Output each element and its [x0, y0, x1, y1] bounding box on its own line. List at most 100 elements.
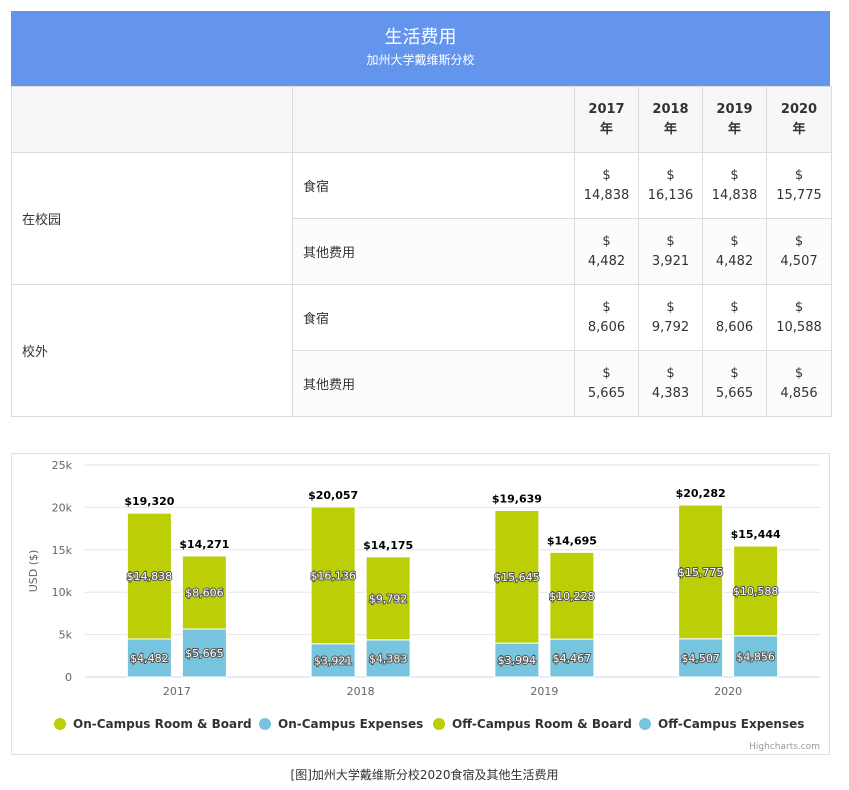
currency-sign: $: [730, 365, 739, 381]
year-label: 2020: [780, 101, 818, 117]
currency-sign: $: [666, 365, 675, 381]
header-empty-cell: [292, 86, 575, 153]
x-tick-label: 2019: [530, 685, 558, 698]
legend-marker: [639, 718, 651, 730]
row-label: 其他费用: [292, 350, 575, 417]
stack-total-label: $14,695: [547, 534, 597, 547]
currency-sign: $: [602, 233, 611, 249]
cell-value: 8,606: [715, 319, 754, 335]
row-label: 食宿: [292, 152, 575, 219]
cell-value: 14,838: [711, 187, 758, 203]
page-title: 生活费用: [384, 27, 457, 48]
x-tick-label: 2017: [163, 685, 191, 698]
data-label: $3,994: [498, 654, 537, 667]
row-label: 其他费用: [292, 218, 575, 285]
currency-sign: $: [794, 365, 804, 381]
currency-sign: $: [666, 299, 675, 315]
currency-sign: $: [602, 167, 611, 183]
cost-chart-container: 0 5k 10k 15k 20k 25k USD ($) 2017 $4,482 $14,838 $…: [11, 453, 830, 755]
cell-value: 14,838: [583, 187, 630, 203]
cell-value: 4,383: [651, 385, 690, 401]
cell-value: 4,856: [780, 385, 818, 401]
chart-credit: Highcharts.com: [749, 742, 820, 752]
table-header-banner: 生活费用 加州大学戴维斯分校: [11, 11, 830, 86]
value-cell: $14,838: [574, 152, 639, 219]
data-label: $15,645: [494, 571, 540, 584]
data-label: $15,775: [678, 566, 724, 579]
value-cell: $9,792: [638, 284, 703, 351]
year-unit: 年: [727, 121, 741, 137]
legend-marker: [259, 718, 271, 730]
data-label: $4,467: [553, 652, 592, 665]
currency-sign: $: [602, 365, 611, 381]
y-tick-label: 5k: [59, 629, 73, 642]
data-label: $16,136: [310, 569, 356, 582]
data-label: $10,228: [549, 590, 595, 603]
value-cell: $8,606: [702, 284, 767, 351]
table-row: 校外 食宿 $8,606 $9,792 $8,606 $10,588: [11, 284, 832, 417]
year-unit: 年: [663, 121, 677, 137]
header-empty-cell: [11, 86, 293, 153]
data-label: $3,921: [314, 654, 353, 667]
y-tick-label: 20k: [52, 501, 73, 514]
figure-caption: [图]加州大学戴维斯分校2020食宿及其他生活费用: [290, 768, 559, 782]
currency-sign: $: [666, 167, 675, 183]
cell-value: 5,665: [715, 385, 754, 401]
legend-item-label: On-Campus Room & Board: [73, 717, 252, 731]
year-label: 2017: [588, 101, 625, 117]
cell-value: 15,775: [776, 187, 822, 203]
legend-item-label: On-Campus Expenses: [278, 717, 423, 731]
value-cell: $4,482: [574, 218, 639, 285]
value-cell: $15,775: [766, 152, 832, 219]
y-tick-label: 0: [65, 671, 72, 684]
value-cell: $8,606: [574, 284, 639, 351]
table-header-row: 2017 年 2018 年 2019 年 2020 年: [11, 86, 832, 153]
cell-value: 3,921: [651, 253, 690, 269]
stack-total-label: $14,271: [179, 538, 229, 551]
currency-sign: $: [794, 233, 804, 249]
group-label: 在校园: [11, 152, 293, 285]
data-label: $4,383: [369, 652, 408, 665]
y-tick-label: 10k: [52, 586, 73, 599]
cell-value: 8,606: [587, 319, 626, 335]
legend-item-label: Off-Campus Expenses: [658, 717, 804, 731]
data-label: $9,792: [369, 592, 408, 605]
data-label: $5,665: [185, 647, 224, 660]
cell-value: 9,792: [651, 319, 690, 335]
year-label: 2018: [652, 101, 689, 117]
cost-table: 2017 年 2018 年 2019 年 2020 年 在校园 食宿 $14,838 $…: [11, 86, 832, 417]
year-unit: 年: [792, 121, 806, 137]
year-label: 2019: [716, 101, 753, 117]
year-header: 2018 年: [638, 86, 703, 153]
cell-value: 16,136: [647, 187, 694, 203]
table-row: 在校园 食宿 $14,838 $16,136 $14,838 $15,775: [11, 152, 832, 285]
currency-sign: $: [666, 233, 675, 249]
group-label: 校外: [11, 284, 293, 417]
currency-sign: $: [730, 233, 739, 249]
currency-sign: $: [794, 167, 804, 183]
cell-value: 4,507: [780, 253, 818, 269]
value-cell: $4,482: [702, 218, 767, 285]
currency-sign: $: [794, 299, 804, 315]
data-label: $4,856: [736, 650, 775, 663]
data-label: $14,838: [127, 570, 173, 583]
value-cell: $16,136: [638, 152, 703, 219]
legend-item-label: Off-Campus Room & Board: [452, 717, 632, 731]
page-subtitle: 加州大学戴维斯分校: [366, 53, 475, 67]
value-cell: $5,665: [574, 350, 639, 417]
year-header: 2017 年: [574, 86, 639, 153]
stack-total-label: $14,175: [363, 539, 413, 552]
cell-value: 4,482: [587, 253, 626, 269]
y-tick-label: 15k: [52, 544, 73, 557]
data-label: $4,482: [130, 652, 169, 665]
data-label: $4,507: [681, 652, 720, 665]
legend-marker: [54, 718, 66, 730]
value-cell: $4,383: [638, 350, 703, 417]
stacked-bar-chart: 0 5k 10k 15k 20k 25k USD ($) 2017 $4,482 $14,838 $…: [27, 459, 820, 752]
currency-sign: $: [730, 299, 739, 315]
stack-total-label: $19,639: [492, 492, 542, 505]
stack-total-label: $15,444: [731, 528, 781, 541]
stack-total-label: $20,282: [676, 487, 726, 500]
cell-value: 10,588: [776, 319, 822, 335]
value-cell: $10,588: [766, 284, 832, 351]
